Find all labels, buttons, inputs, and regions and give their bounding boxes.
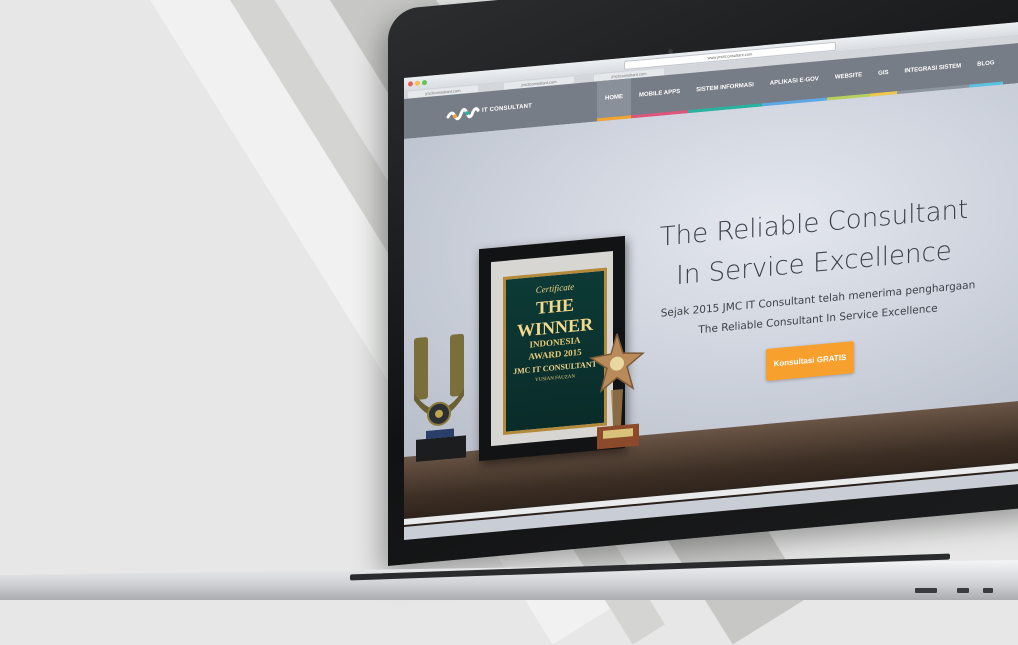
konsultasi-gratis-button[interactable]: Konsultasi GRATIS — [766, 341, 854, 382]
nav-label: WEBSITE — [834, 72, 863, 81]
certificate-heading: Certificate — [535, 281, 575, 296]
laptop-base — [0, 553, 1018, 630]
nav-aplikasi-e-gov[interactable]: APLIKASI E-GOV — [761, 61, 827, 107]
star-trophy-image — [589, 331, 645, 450]
laptop-base-surface — [0, 560, 1018, 600]
thunderbolt-port-icon — [983, 588, 993, 593]
nav-home[interactable]: HOME — [597, 78, 631, 122]
nav-integrasi-sistem[interactable]: INTEGRASI SISTEM — [896, 48, 970, 95]
nav-sistem-informasi[interactable]: SISTEM INFORMASI — [688, 66, 762, 114]
nav-website[interactable]: WEBSITE — [826, 57, 871, 101]
nav-label: HOME — [605, 94, 623, 102]
nav-label: GIS — [878, 69, 889, 77]
nav-label: BLOG — [977, 60, 995, 68]
nav-mobile-apps[interactable]: MOBILE APPS — [631, 73, 689, 119]
u-trophy-image — [414, 333, 466, 462]
nav-label: SISTEM INFORMASI — [696, 82, 754, 94]
hero-section: Certificate THE WINNER INDONESIA AWARD 2… — [404, 83, 1018, 527]
nav-blog[interactable]: BLOG — [969, 45, 1003, 88]
jmc-logo-icon[interactable] — [446, 104, 480, 123]
hdmi-port-icon — [957, 588, 969, 593]
close-window-icon[interactable] — [408, 81, 413, 87]
nav-label: INTEGRASI SISTEM — [904, 63, 962, 75]
nav-label: MOBILE APPS — [639, 88, 681, 99]
maximize-window-icon[interactable] — [422, 79, 427, 86]
usb-port-icon — [915, 588, 937, 593]
laptop-screen: www.jmcitconsultant.com jmcitconsultant.… — [404, 22, 1018, 540]
minimize-window-icon[interactable] — [415, 80, 420, 86]
nav-gis[interactable]: GIS — [870, 54, 897, 97]
nav-label: APLIKASI E-GOV — [769, 76, 819, 87]
logo-text[interactable]: IT CONSULTANT — [482, 103, 532, 114]
